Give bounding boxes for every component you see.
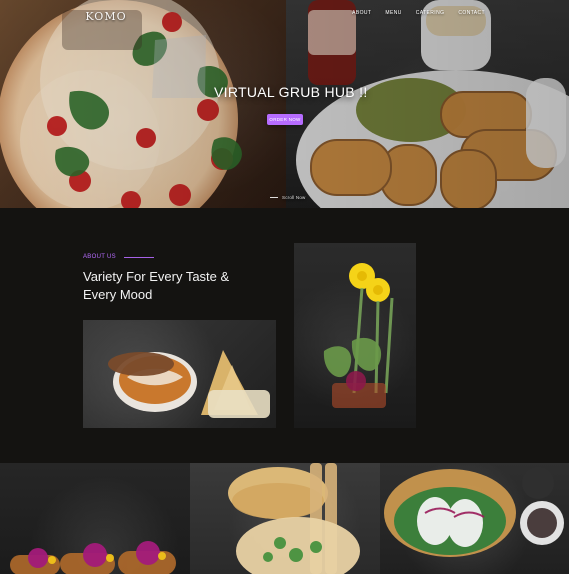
- dumplings-illustration: [384, 467, 564, 557]
- flowers-illustration: [323, 263, 394, 408]
- nav-item-contact[interactable]: CONTACT: [458, 8, 485, 18]
- logo[interactable]: KOMO: [82, 6, 130, 26]
- order-now-button[interactable]: ORDER NOW: [267, 114, 303, 125]
- about-kicker-rule: [123, 256, 154, 258]
- about-kicker: ABOUT US: [83, 254, 154, 260]
- samosa-illustration: [108, 350, 270, 418]
- hero-section: KOMO ABOUT MENU CATERING CONTACT VIRTUAL…: [0, 0, 569, 208]
- noodles-illustration: [228, 463, 360, 574]
- about-heading-line-2: Every Mood: [83, 287, 153, 302]
- nav-item-about[interactable]: ABOUT: [352, 8, 371, 18]
- pizza-illustration: [0, 0, 242, 208]
- about-image-samosa: [83, 320, 276, 428]
- hero-image-croquettes: [286, 0, 569, 208]
- about-kicker-label: ABOUT US: [83, 254, 116, 260]
- about-image-flowers: [294, 243, 416, 428]
- scroll-label: Scroll Now: [282, 195, 306, 200]
- logo-text: KOMO: [85, 9, 127, 23]
- about-heading-line-1: Variety For Every Taste &: [83, 269, 230, 284]
- gallery-tile-3: [380, 463, 569, 574]
- about-heading: Variety For Every Taste & Every Mood: [83, 268, 253, 304]
- scroll-line: [270, 197, 278, 198]
- gallery-tile-2: [190, 463, 380, 574]
- nav-item-menu[interactable]: MENU: [385, 8, 401, 18]
- scroll-indicator[interactable]: Scroll Now: [270, 195, 306, 200]
- croquettes-illustration: [296, 0, 569, 208]
- hero-image-pizza: [0, 0, 286, 208]
- top-nav: ABOUT MENU CATERING CONTACT: [352, 8, 485, 18]
- about-section: ABOUT US Variety For Every Taste & Every…: [0, 208, 569, 463]
- nav-item-catering[interactable]: CATERING: [416, 8, 445, 18]
- hero-title: VIRTUAL GRUB HUB !!: [214, 84, 368, 100]
- gallery-strip: [0, 463, 569, 574]
- gallery-tile-1: [0, 463, 190, 574]
- canapes-illustration: [10, 541, 176, 574]
